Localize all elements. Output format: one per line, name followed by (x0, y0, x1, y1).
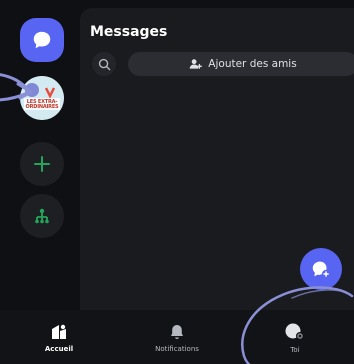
home-icon (52, 324, 66, 339)
direct-messages-button[interactable] (20, 18, 64, 62)
add-friends-button[interactable]: Ajouter des amis (128, 52, 354, 76)
nav-notifications[interactable]: Notifications (118, 310, 236, 364)
server-logo-text: LES EXTRA-ORDINAIRES (25, 99, 59, 111)
hierarchy-icon (35, 208, 49, 224)
add-friend-icon (190, 59, 203, 69)
nav-home[interactable]: Accueil (0, 310, 118, 364)
app-frame: LES EXTRA-ORDINAIRES Messages Ajouter de… (0, 0, 354, 364)
server-icon-extraordinaires[interactable]: LES EXTRA-ORDINAIRES (20, 76, 64, 120)
explore-servers-button[interactable] (20, 194, 64, 238)
search-button[interactable] (92, 52, 116, 76)
new-message-icon (312, 261, 331, 279)
add-friends-label: Ajouter des amis (208, 58, 297, 70)
search-icon (98, 58, 110, 70)
chat-bubble-icon (33, 31, 51, 49)
nav-notifications-label: Notifications (155, 344, 199, 353)
bottom-navigation: Accueil Notifications Toi (0, 310, 354, 364)
plus-icon (34, 156, 50, 172)
page-title: Messages (90, 24, 168, 40)
server-rail: LES EXTRA-ORDINAIRES (0, 0, 82, 310)
new-message-button[interactable] (300, 248, 342, 290)
nav-profile-label: Toi (290, 345, 300, 354)
avatar (285, 323, 304, 340)
add-server-button[interactable] (20, 142, 64, 186)
server-logo-icon (20, 76, 64, 120)
nav-profile[interactable]: Toi (236, 310, 354, 364)
bell-icon (171, 324, 183, 339)
nav-home-label: Accueil (44, 344, 74, 353)
